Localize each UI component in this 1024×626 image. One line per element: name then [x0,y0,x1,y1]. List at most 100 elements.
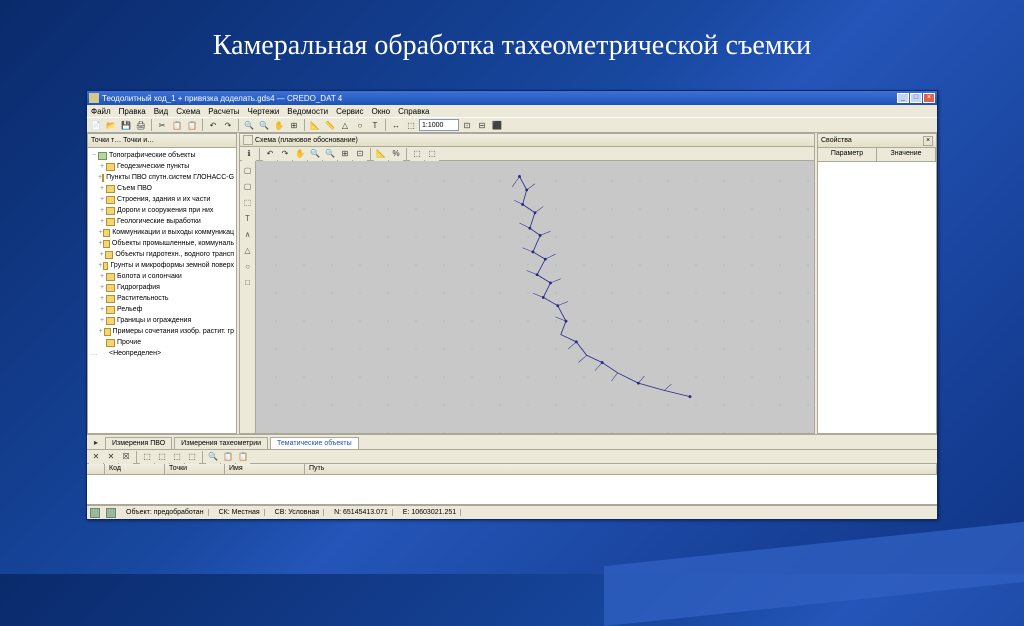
tool-icon[interactable]: ⊟ [475,118,489,132]
tool-icon[interactable]: ↔ [389,118,403,132]
prop-col-param[interactable]: Параметр [818,148,877,161]
tool-icon[interactable]: ✕ [104,450,118,464]
close-button[interactable]: × [923,93,935,103]
tool-icon[interactable]: 📋 [236,450,250,464]
prop-col-value[interactable]: Значение [877,148,936,161]
pan-icon[interactable]: ✋ [293,147,307,161]
tree-item[interactable]: +Грунты и микроформы земной поверх [88,260,236,271]
tool-icon[interactable]: ☒ [119,450,133,464]
side-tool[interactable]: ∧ [242,227,254,241]
grid-col-code[interactable]: Код [105,464,165,475]
panel-close-icon[interactable]: × [923,136,933,146]
tab-pvo[interactable]: Измерения ПВО [105,437,172,449]
grid-col-name[interactable]: Имя [225,464,305,475]
undo-icon[interactable]: ↶ [206,118,220,132]
side-tool[interactable]: ○ [242,259,254,273]
tool-icon[interactable]: ⬚ [155,450,169,464]
zoomin-icon[interactable]: 🔍 [308,147,322,161]
tree-item[interactable]: +Примеры сочетания изобр. растит. гр [88,326,236,337]
side-tool[interactable]: ▢ [242,163,254,177]
tab-thematic[interactable]: Тематические объекты [270,437,359,449]
tool-icon[interactable]: ⊡ [460,118,474,132]
tool-icon[interactable]: 🔍 [206,450,220,464]
side-tool[interactable]: T [242,211,254,225]
tree-item[interactable]: +Геологические выработки [88,216,236,227]
tree-item[interactable]: +Геодезические пункты [88,161,236,172]
tool-icon[interactable]: 📐 [374,147,388,161]
tree-item[interactable]: Прочие [88,337,236,348]
info-icon[interactable]: ℹ [242,147,256,161]
zoomin-icon[interactable]: 🔍 [242,118,256,132]
object-tree[interactable]: −Топографические объекты +Геодезические … [88,148,236,433]
menu-file[interactable]: Файл [91,107,111,116]
fit-icon[interactable]: ⊞ [338,147,352,161]
window-icon[interactable]: ⊡ [353,147,367,161]
copy-icon[interactable]: 📋 [170,118,184,132]
cut-icon[interactable]: ✂ [155,118,169,132]
grid-col[interactable] [87,464,105,475]
grid-body[interactable] [87,475,937,505]
save-icon[interactable]: 💾 [119,118,133,132]
tool-icon[interactable]: ⬚ [425,147,439,161]
minimize-button[interactable]: _ [897,93,909,103]
tree-item-undefined[interactable]: …<Неопределен> [88,348,236,359]
menu-calc[interactable]: Расчеты [208,107,239,116]
tool-icon[interactable]: ⬚ [170,450,184,464]
side-tool[interactable]: □ [242,275,254,289]
tree-item[interactable]: +Растительность [88,293,236,304]
tool-icon[interactable]: ⬚ [404,118,418,132]
zoomout-icon[interactable]: 🔍 [257,118,271,132]
tree-item[interactable]: +Коммуникации и выходы коммуникац [88,227,236,238]
tree-item[interactable]: +Объекты промышленные, коммуналь [88,238,236,249]
tree-item[interactable]: +Болота и солончаки [88,271,236,282]
tree-item[interactable]: +Дороги и сооружения при них [88,205,236,216]
side-tool[interactable]: △ [242,243,254,257]
redo-icon[interactable]: ↷ [221,118,235,132]
tree-item[interactable]: +Рельеф [88,304,236,315]
print-icon[interactable]: 🖨 [134,118,148,132]
grid-col-points[interactable]: Точки [165,464,225,475]
menu-scheme[interactable]: Схема [176,107,200,116]
tree-root[interactable]: −Топографические объекты [88,150,236,161]
grid-col-path[interactable]: Путь [305,464,937,475]
tab-tacheo[interactable]: Измерения тахеометрии [174,437,268,449]
tree-item[interactable]: +Объекты гидротехн., водного трансп [88,249,236,260]
tree-item[interactable]: +Границы и ограждения [88,315,236,326]
tool-icon[interactable]: 📋 [221,450,235,464]
tool-icon[interactable]: % [389,147,403,161]
tool-icon[interactable]: 📏 [323,118,337,132]
canvas-header-icon[interactable] [243,135,253,145]
undo-icon[interactable]: ↶ [263,147,277,161]
tree-item[interactable]: +Съем ПВО [88,183,236,194]
drawing-canvas[interactable] [256,161,814,433]
tree-item[interactable]: +Строения, здания и их части [88,194,236,205]
tool-icon[interactable]: ⬚ [140,450,154,464]
tool-icon[interactable]: ✕ [89,450,103,464]
menu-drawings[interactable]: Чертежи [247,107,279,116]
maximize-button[interactable]: □ [910,93,922,103]
side-tool[interactable]: ⬚ [242,195,254,209]
tree-item[interactable]: +Пункты ПВО спутн.систем ГЛОНАСС-G [88,172,236,183]
text-icon[interactable]: T [368,118,382,132]
tool-icon[interactable]: ○ [353,118,367,132]
tool-icon[interactable]: ⬚ [410,147,424,161]
tool-icon[interactable]: 📐 [308,118,322,132]
menu-window[interactable]: Окно [372,107,391,116]
menu-reports[interactable]: Ведомости [287,107,328,116]
tab-nav-icon[interactable]: ▸ [89,435,103,449]
menu-help[interactable]: Справка [398,107,429,116]
menu-service[interactable]: Сервис [336,107,363,116]
paste-icon[interactable]: 📋 [185,118,199,132]
pan-icon[interactable]: ✋ [272,118,286,132]
tool-icon[interactable]: ⬛ [490,118,504,132]
scale-input[interactable] [419,119,459,131]
tool-icon[interactable]: △ [338,118,352,132]
open-icon[interactable]: 📂 [104,118,118,132]
fit-icon[interactable]: ⊞ [287,118,301,132]
zoomout-icon[interactable]: 🔍 [323,147,337,161]
tree-item[interactable]: +Гидрография [88,282,236,293]
tool-icon[interactable]: ⬚ [185,450,199,464]
side-tool[interactable]: ▢ [242,179,254,193]
menu-view[interactable]: Вид [154,107,168,116]
new-icon[interactable]: 📄 [89,118,103,132]
